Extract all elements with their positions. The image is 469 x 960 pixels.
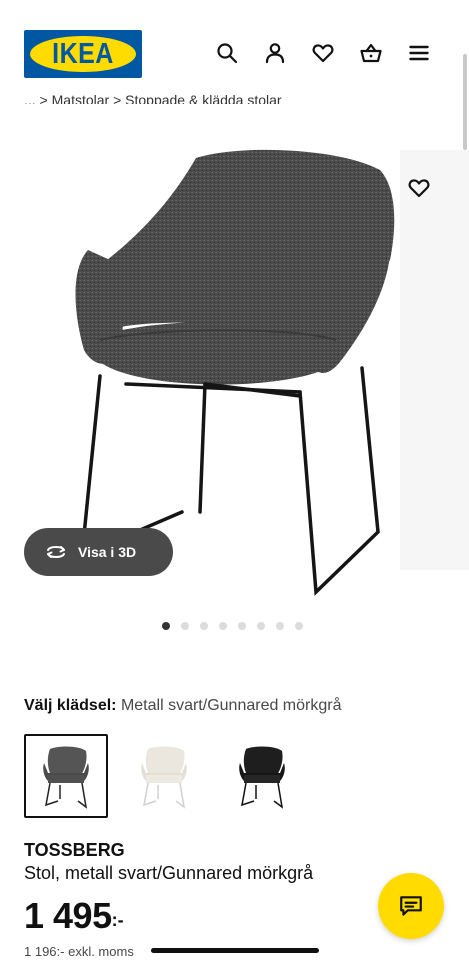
favourite-icon[interactable] — [407, 176, 433, 202]
basket-icon[interactable] — [358, 40, 384, 66]
price-excl-vat: 1 196:- exkl. moms — [24, 944, 134, 959]
carousel-dot[interactable] — [219, 622, 227, 630]
carousel-dot[interactable] — [181, 622, 189, 630]
price-main: 1 495 — [24, 895, 112, 936]
rotate-3d-icon — [47, 546, 65, 558]
price-suffix: :- — [111, 910, 124, 930]
product-image-carousel[interactable]: Visa i 3D — [0, 100, 469, 620]
menu-icon[interactable] — [406, 40, 432, 66]
view-in-3d-button[interactable]: Visa i 3D — [24, 528, 173, 576]
swatch-black[interactable] — [220, 734, 304, 818]
variant-swatches — [24, 734, 304, 818]
chat-button[interactable] — [378, 873, 444, 939]
black-chair-icon — [239, 746, 285, 809]
chat-icon — [400, 896, 422, 916]
white-chair-icon — [141, 746, 187, 809]
carousel-dot[interactable] — [200, 622, 208, 630]
home-indicator[interactable] — [151, 948, 319, 953]
carousel-dot[interactable] — [238, 622, 246, 630]
swatch-dark-grey[interactable] — [24, 734, 108, 818]
variant-label: Välj klädsel: Metall svart/Gunnared mörk… — [24, 697, 341, 715]
carousel-dot[interactable] — [295, 622, 303, 630]
swatch-white[interactable] — [122, 734, 206, 818]
header-actions — [214, 40, 432, 66]
carousel-dot[interactable] — [276, 622, 284, 630]
product-name: TOSSBERG — [24, 840, 125, 860]
variant-label-value: Metall svart/Gunnared mörkgrå — [120, 697, 342, 714]
carousel-dot[interactable] — [257, 622, 265, 630]
carousel-dot[interactable] — [162, 622, 170, 630]
ikea-logo[interactable]: IKEA — [24, 30, 142, 78]
heart-icon[interactable] — [310, 40, 336, 66]
site-header: IKEA — [0, 0, 469, 90]
variant-label-title: Välj klädsel: — [24, 697, 117, 714]
carousel-dots[interactable] — [162, 622, 303, 630]
logo-text: IKEA — [52, 37, 114, 70]
dark-grey-chair-icon — [43, 746, 89, 809]
profile-icon[interactable] — [262, 40, 288, 66]
product-description: Stol, metall svart/Gunnared mörkgrå — [24, 863, 314, 883]
search-icon[interactable] — [214, 40, 240, 66]
product-price: 1 495 :- — [24, 896, 124, 936]
view-in-3d-label: Visa i 3D — [78, 544, 137, 560]
logo-oval: IKEA — [30, 36, 136, 72]
